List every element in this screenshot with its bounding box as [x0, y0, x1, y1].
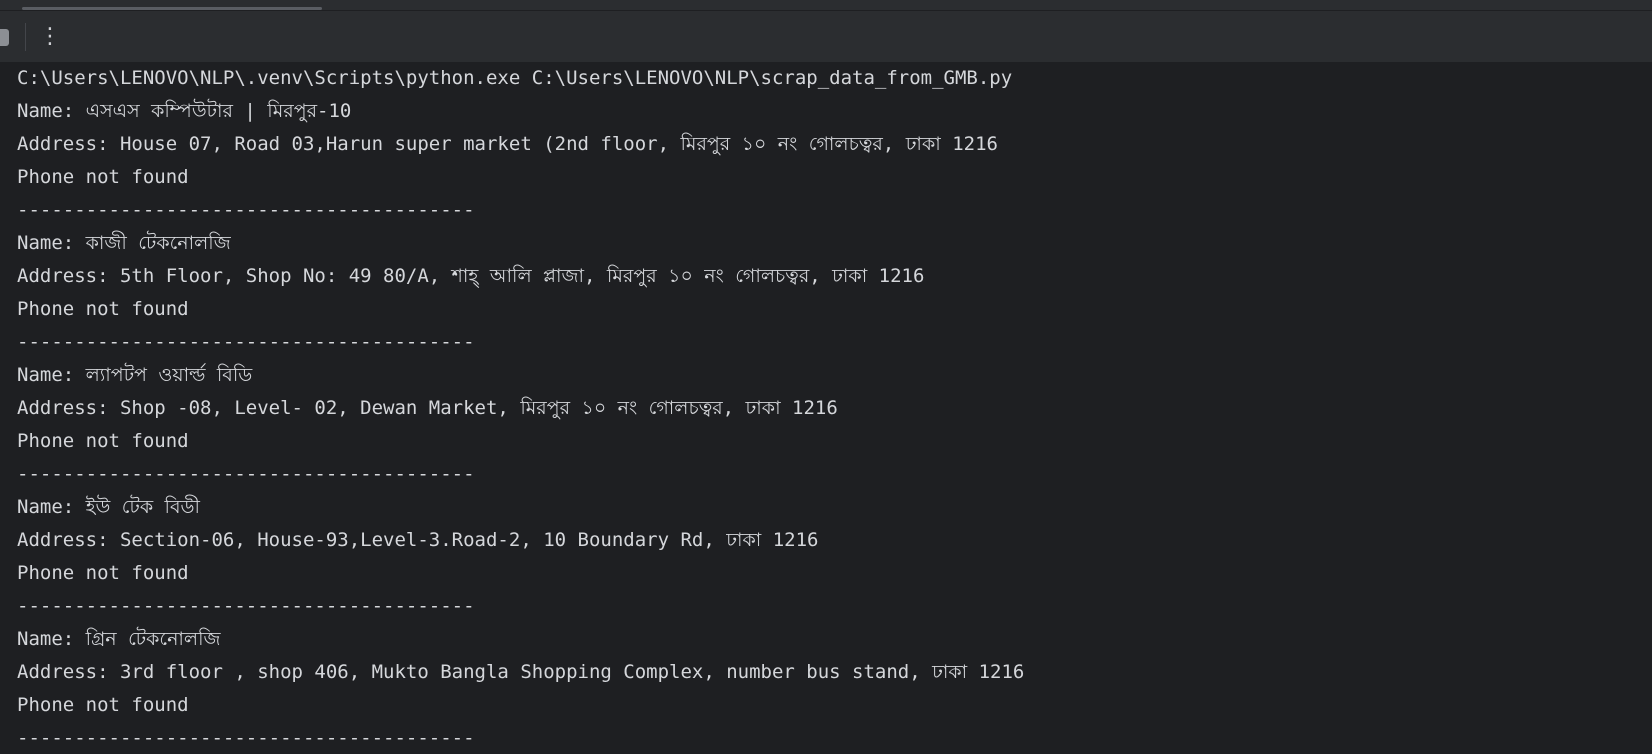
console-line: Address: 3rd floor , shop 406, Mukto Ban… [17, 661, 1025, 683]
console-line: Name: এসএস কম্পিউটার | মিরপুর-10 [17, 100, 352, 122]
console-output[interactable]: C:\Users\LENOVO\NLP\.venv\Scripts\python… [0, 62, 1652, 754]
console-line: Name: গ্রিন টেকনোলজি [17, 628, 221, 650]
run-toolbar: ⋮ [0, 10, 1652, 63]
console-line: Address: Section-06, House-93,Level-3.Ro… [17, 529, 819, 551]
console-line: Address: House 07, Road 03,Harun super m… [17, 133, 998, 155]
vertical-ellipsis-icon[interactable]: ⋮ [38, 21, 62, 53]
console-line: ---------------------------------------- [17, 331, 475, 353]
stop-square-icon[interactable] [0, 29, 9, 46]
console-line: ---------------------------------------- [17, 727, 475, 749]
console-line: C:\Users\LENOVO\NLP\.venv\Scripts\python… [17, 67, 1013, 89]
console-line: Name: ইউ টেক বিডী [17, 496, 200, 518]
run-console-window: ⋮ C:\Users\LENOVO\NLP\.venv\Scripts\pyth… [0, 0, 1652, 754]
console-line: ---------------------------------------- [17, 463, 475, 485]
console-line: Address: 5th Floor, Shop No: 49 80/A, শা… [17, 265, 925, 287]
console-line: Phone not found [17, 298, 189, 320]
console-line: Phone not found [17, 562, 189, 584]
console-line: Phone not found [17, 166, 189, 188]
console-line: ---------------------------------------- [17, 595, 475, 617]
console-lines: C:\Users\LENOVO\NLP\.venv\Scripts\python… [0, 62, 1652, 754]
console-line: Address: Shop -08, Level- 02, Dewan Mark… [17, 397, 838, 419]
toolbar-separator [25, 23, 26, 51]
console-line: Phone not found [17, 430, 189, 452]
tab-strip [0, 0, 1652, 10]
console-line: ---------------------------------------- [17, 199, 475, 221]
console-line: Name: কাজী টেকনোলজি [17, 232, 231, 254]
console-line: Name: ল্যাপটপ ওয়ার্ল্ড বিডি [17, 364, 253, 386]
console-line: Phone not found [17, 694, 189, 716]
